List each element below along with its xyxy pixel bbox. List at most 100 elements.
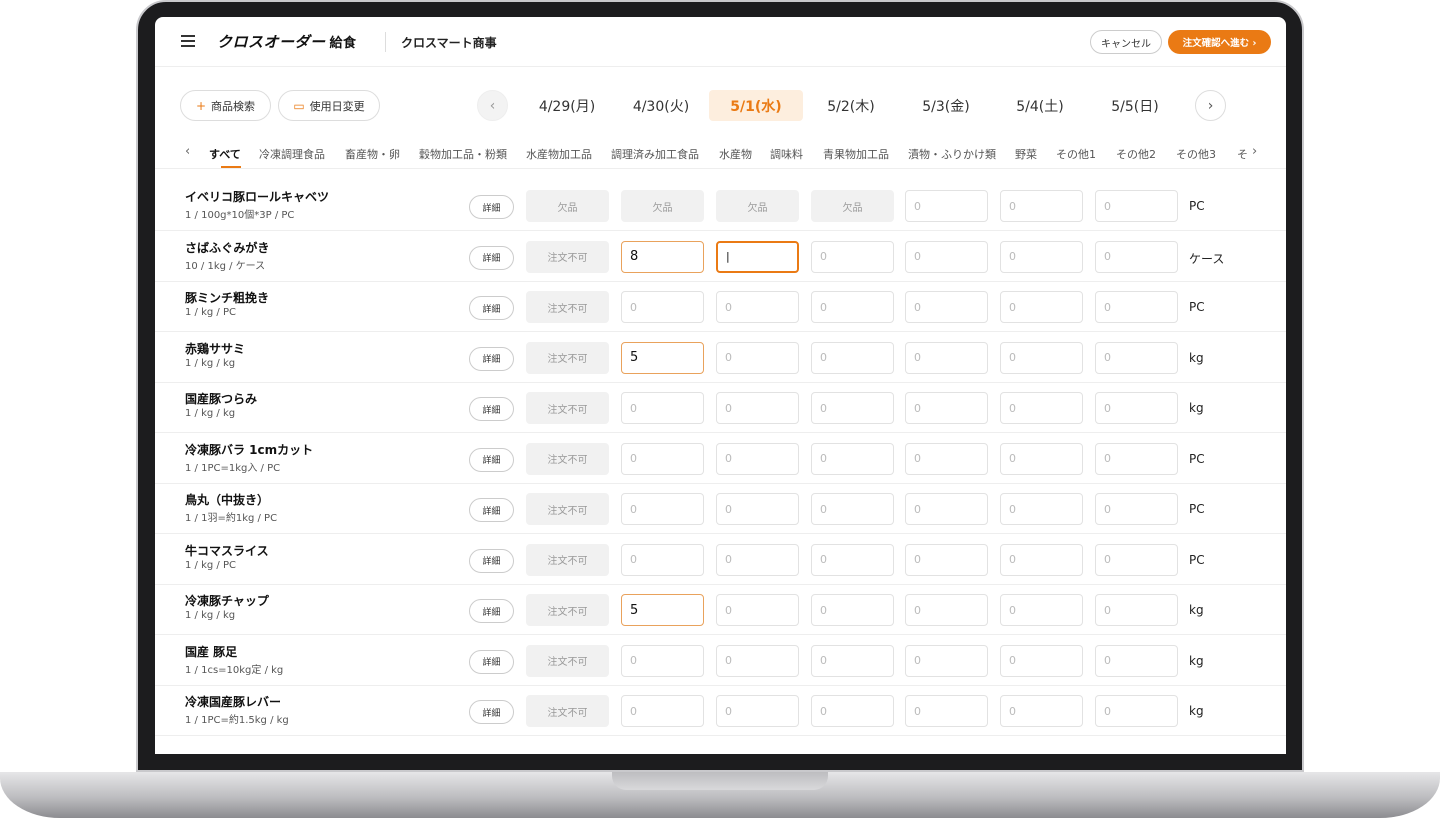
quantity-input[interactable]: 0 <box>621 695 704 727</box>
quantity-input[interactable]: 0 <box>716 594 799 626</box>
quantity-input[interactable]: 0 <box>811 644 894 677</box>
detail-button[interactable]: 詳細 <box>469 245 514 270</box>
quantity-input[interactable]: 0 <box>811 392 894 424</box>
hamburger-menu-icon[interactable] <box>181 35 195 47</box>
detail-button[interactable]: 詳細 <box>469 296 514 320</box>
quantity-input[interactable]: 0 <box>905 190 988 222</box>
quantity-input[interactable]: 0 <box>811 543 894 576</box>
quantity-input[interactable]: 0 <box>621 493 704 525</box>
category-tab[interactable]: 青果物加工品 <box>823 146 889 162</box>
date-tab[interactable]: 4/30(火) <box>614 90 708 121</box>
detail-button[interactable]: 詳細 <box>469 700 514 724</box>
detail-button[interactable]: 詳細 <box>469 195 514 219</box>
quantity-input[interactable]: 0 <box>621 442 704 475</box>
category-tab[interactable]: その他2 <box>1116 146 1156 162</box>
category-tab[interactable]: 調味料 <box>770 146 803 162</box>
quantity-input[interactable]: 0 <box>1000 695 1083 727</box>
date-tab[interactable]: 5/3(金) <box>899 90 993 121</box>
change-date-button[interactable]: ▭ 使用日変更 <box>278 90 380 121</box>
proceed-to-confirm-button[interactable]: 注文確認へ進む › <box>1168 30 1271 54</box>
date-tab[interactable]: 5/1(水) <box>709 90 803 121</box>
quantity-input[interactable]: 0 <box>1095 190 1178 222</box>
category-prev-icon[interactable]: ‹ <box>185 144 190 159</box>
date-tab[interactable]: 4/29(月) <box>520 90 614 121</box>
quantity-input[interactable]: 0 <box>716 695 799 727</box>
quantity-input[interactable]: 0 <box>1095 240 1178 273</box>
category-tab[interactable]: 畜産物・卵 <box>345 146 400 162</box>
quantity-input[interactable]: 0 <box>1000 442 1083 475</box>
category-tab[interactable]: 穀物加工品・粉類 <box>419 146 507 162</box>
category-tab[interactable]: すべて <box>209 146 241 162</box>
quantity-input[interactable]: 0 <box>811 594 894 626</box>
category-tab[interactable]: 野菜 <box>1015 146 1037 162</box>
quantity-input[interactable]: 0 <box>811 291 894 323</box>
quantity-input[interactable]: 0 <box>905 240 988 273</box>
detail-button[interactable]: 詳細 <box>469 346 514 371</box>
category-next-icon[interactable]: › <box>1252 144 1257 159</box>
date-tab[interactable]: 5/2(木) <box>804 90 898 121</box>
quantity-input[interactable]: 0 <box>1000 543 1083 576</box>
quantity-input[interactable]: 0 <box>1000 291 1083 323</box>
quantity-input[interactable]: 0 <box>1095 442 1178 475</box>
detail-button[interactable]: 詳細 <box>469 599 514 623</box>
quantity-input[interactable]: 0 <box>905 341 988 374</box>
quantity-input[interactable]: 0 <box>811 341 894 374</box>
quantity-input[interactable]: 0 <box>905 392 988 424</box>
quantity-input[interactable]: 0 <box>905 291 988 323</box>
quantity-input[interactable]: 0 <box>1000 341 1083 374</box>
detail-button[interactable]: 詳細 <box>469 447 514 472</box>
quantity-input[interactable]: 0 <box>1000 190 1083 222</box>
quantity-input[interactable]: 0 <box>716 644 799 677</box>
quantity-input[interactable]: 0 <box>716 392 799 424</box>
cancel-button[interactable]: キャンセル <box>1090 30 1162 54</box>
quantity-input[interactable]: 0 <box>905 442 988 475</box>
category-tab[interactable]: 水産物 <box>719 146 752 162</box>
category-tab[interactable]: そ <box>1237 146 1248 162</box>
quantity-input[interactable]: 0 <box>716 442 799 475</box>
quantity-input[interactable]: 0 <box>1095 594 1178 626</box>
quantity-input[interactable]: 0 <box>1000 493 1083 525</box>
quantity-input[interactable]: 0 <box>1095 341 1178 374</box>
quantity-input[interactable]: 0 <box>811 493 894 525</box>
detail-button[interactable]: 詳細 <box>469 649 514 674</box>
date-prev-button[interactable]: ‹ <box>477 90 508 121</box>
quantity-input[interactable]: 8 <box>621 240 704 273</box>
quantity-input[interactable]: 0 <box>716 291 799 323</box>
quantity-input[interactable]: 5 <box>621 594 704 626</box>
quantity-input[interactable]: 0 <box>811 240 894 273</box>
quantity-input[interactable]: 0 <box>1095 291 1178 323</box>
quantity-input[interactable]: 0 <box>621 543 704 576</box>
quantity-input[interactable]: 0 <box>1000 594 1083 626</box>
date-tab[interactable]: 5/5(日) <box>1088 90 1182 121</box>
product-search-button[interactable]: + 商品検索 <box>180 90 271 121</box>
quantity-input[interactable]: 0 <box>716 543 799 576</box>
detail-button[interactable]: 詳細 <box>469 548 514 573</box>
date-tab[interactable]: 5/4(土) <box>993 90 1087 121</box>
detail-button[interactable]: 詳細 <box>469 397 514 421</box>
quantity-input[interactable]: 0 <box>716 493 799 525</box>
quantity-input[interactable]: 0 <box>811 695 894 727</box>
quantity-input[interactable]: 0 <box>621 392 704 424</box>
quantity-input[interactable]: 0 <box>905 543 988 576</box>
quantity-input[interactable]: 0 <box>811 442 894 475</box>
quantity-input[interactable]: 0 <box>1095 644 1178 677</box>
quantity-input[interactable]: 0 <box>905 594 988 626</box>
quantity-input[interactable]: 0 <box>905 493 988 525</box>
category-tab[interactable]: その他3 <box>1176 146 1216 162</box>
quantity-input[interactable]: 0 <box>1095 695 1178 727</box>
quantity-input[interactable]: 5 <box>621 341 704 374</box>
category-tab[interactable]: 水産物加工品 <box>526 146 592 162</box>
quantity-input[interactable]: 0 <box>621 644 704 677</box>
quantity-input[interactable]: 0 <box>1000 240 1083 273</box>
quantity-input[interactable]: 0 <box>905 644 988 677</box>
detail-button[interactable]: 詳細 <box>469 498 514 522</box>
date-next-button[interactable]: › <box>1195 90 1226 121</box>
quantity-input[interactable]: 0 <box>1095 493 1178 525</box>
quantity-input[interactable]: 0 <box>716 341 799 374</box>
quantity-input[interactable]: 0 <box>905 695 988 727</box>
quantity-input[interactable]: 0 <box>1000 644 1083 677</box>
category-tab[interactable]: 調理済み加工食品 <box>611 146 699 162</box>
quantity-input[interactable]: 0 <box>1095 392 1178 424</box>
quantity-input[interactable]: | <box>716 240 799 273</box>
quantity-input[interactable]: 0 <box>621 291 704 323</box>
